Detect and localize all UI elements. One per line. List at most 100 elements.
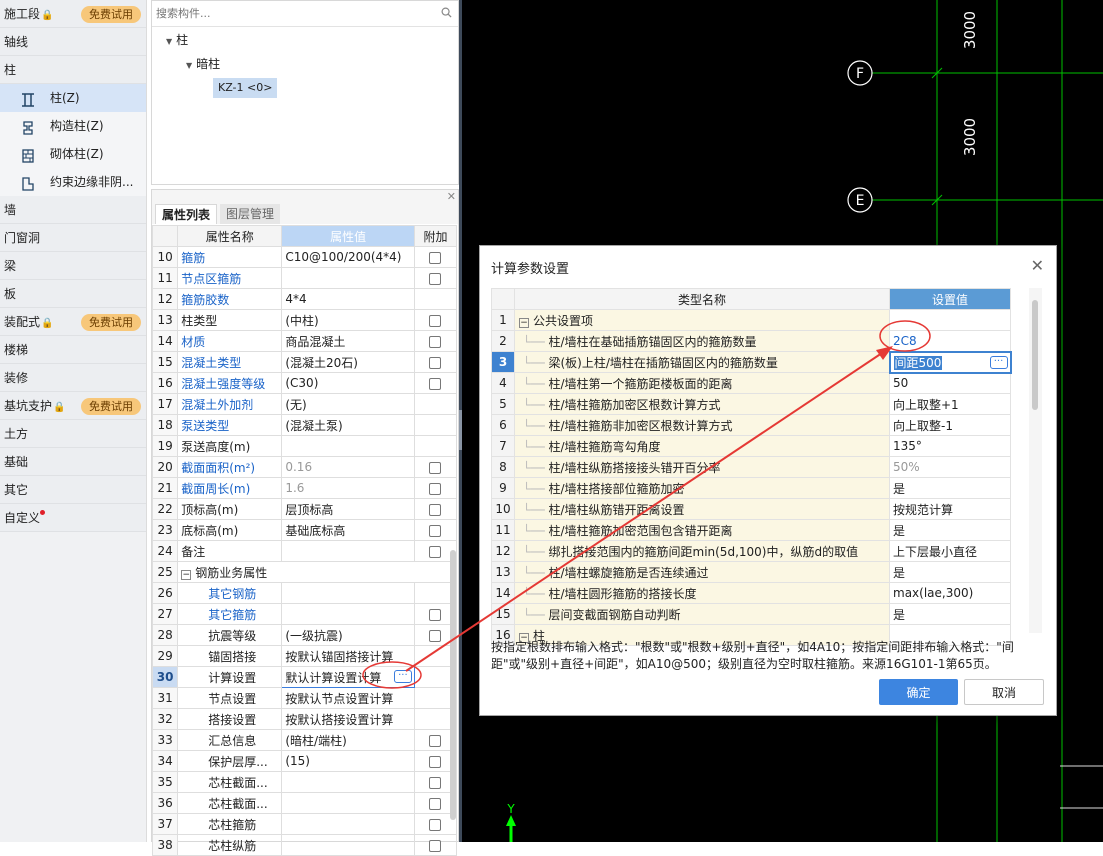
property-row[interactable]: 12 箍筋胶数 4*4 [151, 288, 458, 310]
extra-checkbox[interactable] [429, 356, 442, 369]
extra-checkbox[interactable] [429, 839, 442, 852]
property-value[interactable]: (暗柱/端柱) [281, 729, 415, 751]
group-header[interactable]: − 公共设置项 [514, 309, 890, 331]
cancel-button[interactable]: 取消 [964, 679, 1044, 705]
settings-row[interactable]: 11 └── 柱/墙柱箍筋加密范围包含错开距离是 [491, 519, 1011, 541]
property-row[interactable]: 10 箍筋 C10@100/200(4*4) [151, 246, 458, 268]
category-bottom-3[interactable]: 板 [0, 280, 146, 308]
property-row[interactable]: 24 备注 [151, 540, 458, 562]
property-row[interactable]: 23 底标高(m) 基础底标高 [151, 519, 458, 541]
category-bottom-5[interactable]: 楼梯 [0, 336, 146, 364]
extra-checkbox[interactable] [429, 335, 442, 348]
property-value[interactable]: 0.16 [281, 456, 415, 478]
settings-row[interactable]: 15 └── 层间变截面钢筋自动判断是 [491, 603, 1011, 625]
settings-row[interactable]: 14 └── 柱/墙柱圆形箍筋的搭接长度 max(lae,300) [491, 582, 1011, 604]
category-bottom-9[interactable]: 基础 [0, 448, 146, 476]
category-bottom-4[interactable]: 装配式🔒 免费试用 [0, 308, 146, 336]
property-value[interactable]: (C30) [281, 372, 415, 394]
setting-value[interactable]: 是 [889, 519, 1011, 541]
property-value[interactable] [281, 771, 415, 793]
property-value[interactable]: (无) [281, 393, 415, 415]
property-row[interactable]: 30 计算设置 默认计算设置计算 ··· [151, 666, 458, 688]
setting-value[interactable]: 按规范计算 [889, 498, 1011, 520]
search-input[interactable] [152, 1, 422, 25]
property-value[interactable]: 层顶标高 [281, 498, 415, 520]
extra-checkbox[interactable] [429, 314, 442, 327]
extra-checkbox[interactable] [429, 482, 442, 495]
extra-checkbox[interactable] [429, 524, 442, 537]
property-row[interactable]: 20 截面面积(m²) 0.16 [151, 456, 458, 478]
settings-row[interactable]: 12 └── 绑扎搭接范围内的箍筋间距min(5d,100)中，纵筋d的取值 上下层… [491, 540, 1011, 562]
dialog-scrollbar[interactable] [1032, 300, 1038, 410]
extra-checkbox[interactable] [429, 797, 442, 810]
settings-row[interactable]: 8 └── 柱/墙柱纵筋搭接接头错开百分率 50% [491, 456, 1011, 478]
extra-checkbox[interactable] [429, 776, 442, 789]
property-value[interactable]: 商品混凝土 [281, 330, 415, 352]
free-trial-badge[interactable]: 免费试用 [81, 6, 141, 23]
property-row[interactable]: 25− 钢筋业务属性 [151, 561, 457, 583]
property-row[interactable]: 32 搭接设置 按默认搭接设置计算 [151, 708, 458, 730]
property-value[interactable]: 按默认搭接设置计算 [281, 708, 415, 730]
property-row[interactable]: 27 其它箍筋 [151, 603, 458, 625]
collapse-icon[interactable]: − [181, 569, 192, 580]
property-value[interactable]: (15) [281, 750, 415, 772]
setting-value[interactable]: 间距500 ··· [888, 350, 1012, 374]
extra-checkbox[interactable] [429, 251, 442, 264]
property-value[interactable]: C10@100/200(4*4) [281, 246, 415, 268]
property-value[interactable] [281, 435, 415, 457]
category-top-2[interactable]: 柱 [0, 56, 146, 84]
property-value[interactable]: (混凝土泵) [281, 414, 415, 436]
category-bottom-11[interactable]: 自定义 [0, 504, 146, 532]
property-row[interactable]: 22 顶标高(m) 层顶标高 [151, 498, 458, 520]
extra-checkbox[interactable] [429, 377, 442, 390]
ok-button[interactable]: 确定 [879, 679, 958, 705]
property-value[interactable] [281, 792, 415, 814]
properties-scrollbar[interactable] [450, 550, 456, 820]
property-row[interactable]: 29 锚固搭接 按默认锚固搭接计算 [151, 645, 458, 667]
property-row[interactable]: 33 汇总信息 (暗柱/端柱) [151, 729, 458, 751]
setting-value[interactable]: 向上取整+1 [889, 393, 1011, 415]
collapse-icon[interactable]: − [519, 317, 529, 328]
property-value[interactable]: (中柱) [281, 309, 415, 331]
category-bottom-2[interactable]: 梁 [0, 252, 146, 280]
settings-row[interactable]: 13 └── 柱/墙柱螺旋箍筋是否连续通过是 [491, 561, 1011, 583]
extra-checkbox[interactable] [429, 818, 442, 831]
sidebar-item-column[interactable]: 柱(Z) [0, 84, 146, 112]
settings-row[interactable]: 2 └── 柱/墙柱在基础插筋锚固区内的箍筋数量 2C8 [491, 330, 1011, 352]
settings-row[interactable]: 9 └── 柱/墙柱搭接部位箍筋加密是 [491, 477, 1011, 499]
setting-value[interactable]: 135° [889, 435, 1011, 457]
extra-checkbox[interactable] [429, 734, 442, 747]
settings-row[interactable]: 1− 公共设置项 [491, 309, 1011, 331]
property-row[interactable]: 38 芯柱纵筋 [151, 834, 458, 856]
property-row[interactable]: 31 节点设置 按默认节点设置计算 [151, 687, 458, 709]
property-value[interactable] [281, 582, 415, 604]
group-header[interactable]: − 钢筋业务属性 [177, 561, 457, 583]
category-bottom-6[interactable]: 装修 [0, 364, 146, 392]
search-icon[interactable] [441, 7, 452, 18]
sidebar-item-boundary-column[interactable]: 约束边缘非阴... [0, 168, 146, 196]
settings-row[interactable]: 5 └── 柱/墙柱箍筋加密区根数计算方式 向上取整+1 [491, 393, 1011, 415]
extra-checkbox[interactable] [429, 272, 442, 285]
property-value[interactable] [281, 813, 415, 835]
property-row[interactable]: 17 混凝土外加剂 (无) [151, 393, 458, 415]
setting-value[interactable]: 是 [889, 603, 1011, 625]
extra-checkbox[interactable] [429, 629, 442, 642]
more-options-icon[interactable]: ··· [393, 670, 412, 683]
setting-value[interactable]: 是 [889, 561, 1011, 583]
settings-row[interactable]: 4 └── 柱/墙柱第一个箍筋距楼板面的距离 50 [491, 372, 1011, 394]
setting-value[interactable]: 2C8 [889, 330, 1011, 352]
free-trial-badge[interactable]: 免费试用 [81, 314, 141, 331]
property-row[interactable]: 37 芯柱箍筋 [151, 813, 458, 835]
property-row[interactable]: 11 节点区箍筋 [151, 267, 458, 289]
tab-property-list[interactable]: 属性列表 [155, 204, 218, 224]
category-bottom-8[interactable]: 土方 [0, 420, 146, 448]
sidebar-item-construction-column[interactable]: 构造柱(Z) [0, 112, 146, 140]
setting-value[interactable]: 是 [889, 477, 1011, 499]
extra-checkbox[interactable] [429, 461, 442, 474]
extra-checkbox[interactable] [429, 545, 442, 558]
property-value[interactable] [281, 267, 415, 289]
close-icon[interactable]: ✕ [1031, 256, 1044, 275]
extra-checkbox[interactable] [429, 755, 442, 768]
property-value[interactable]: 4*4 [281, 288, 415, 310]
property-value[interactable] [281, 540, 415, 562]
